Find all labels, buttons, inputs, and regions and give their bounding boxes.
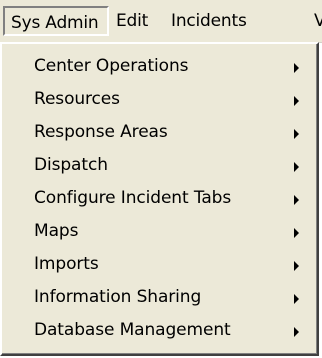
menu-incidents[interactable]: Incidents xyxy=(171,6,247,36)
menu-item-database-management[interactable]: Database Management xyxy=(4,314,317,347)
menu-item-imports[interactable]: Imports xyxy=(4,248,317,281)
menu-item-label: Dispatch xyxy=(34,155,108,175)
submenu-arrow-icon xyxy=(294,261,299,271)
menu-edit[interactable]: Edit xyxy=(116,6,148,36)
menu-item-label: Resources xyxy=(34,89,120,109)
menu-sys-admin[interactable]: Sys Admin xyxy=(3,6,109,36)
menu-view[interactable]: V xyxy=(314,6,322,36)
menu-item-label: Database Management xyxy=(34,320,231,340)
menu-sys-admin-label: Sys Admin xyxy=(11,13,99,33)
submenu-arrow-icon xyxy=(294,228,299,238)
submenu-arrow-icon xyxy=(294,162,299,172)
menu-item-dispatch[interactable]: Dispatch xyxy=(4,149,317,182)
submenu-arrow-icon xyxy=(294,327,299,337)
menu-item-resources[interactable]: Resources xyxy=(4,83,317,116)
menu-item-label: Response Areas xyxy=(34,122,168,142)
sys-admin-dropdown: Center Operations Resources Response Are… xyxy=(0,42,319,356)
submenu-arrow-icon xyxy=(294,195,299,205)
menu-item-label: Information Sharing xyxy=(34,287,202,307)
menu-item-label: Center Operations xyxy=(34,56,189,76)
submenu-arrow-icon xyxy=(294,96,299,106)
menu-item-label: Maps xyxy=(34,221,79,241)
submenu-arrow-icon xyxy=(294,63,299,73)
menu-item-maps[interactable]: Maps xyxy=(4,215,317,248)
submenu-arrow-icon xyxy=(294,129,299,139)
menu-bar: Sys Admin Edit Incidents V xyxy=(0,0,322,43)
menu-item-center-operations[interactable]: Center Operations xyxy=(4,50,317,83)
menu-item-response-areas[interactable]: Response Areas xyxy=(4,116,317,149)
menu-item-configure-incident-tabs[interactable]: Configure Incident Tabs xyxy=(4,182,317,215)
menu-view-label: V xyxy=(314,11,322,31)
menu-edit-label: Edit xyxy=(116,11,149,31)
menu-item-information-sharing[interactable]: Information Sharing xyxy=(4,281,317,314)
menu-item-label: Configure Incident Tabs xyxy=(34,188,232,208)
submenu-arrow-icon xyxy=(294,294,299,304)
menu-incidents-label: Incidents xyxy=(171,11,247,31)
menu-item-label: Imports xyxy=(34,254,99,274)
